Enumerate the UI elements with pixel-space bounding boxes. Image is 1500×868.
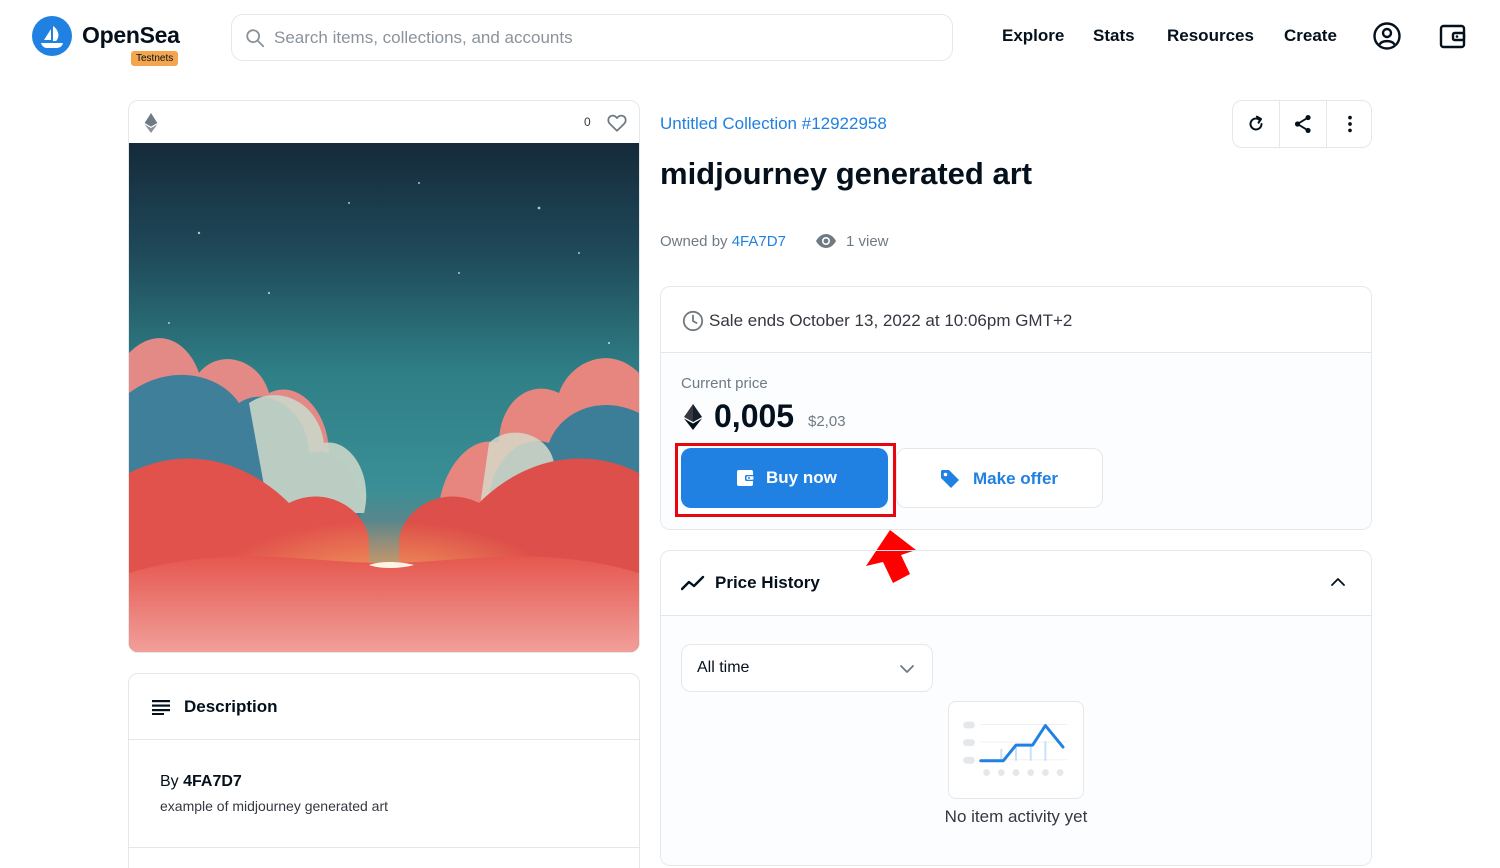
artwork-image[interactable] <box>129 143 639 653</box>
testnets-badge: Testnets <box>131 51 179 66</box>
sale-end-time: Sale ends October 13, 2022 at 10:06pm GM… <box>709 311 1073 330</box>
chevron-down-icon <box>900 665 914 673</box>
description-title: Description <box>184 697 278 716</box>
item-title: midjourney generated art <box>660 156 1033 191</box>
clock-icon <box>682 310 704 332</box>
nav-stats[interactable]: Stats <box>1093 26 1135 46</box>
divider <box>129 847 639 848</box>
price-history-title: Price History <box>715 573 820 592</box>
trending-icon <box>681 575 705 591</box>
view-count: 1 view <box>846 233 889 250</box>
current-price-label: Current price <box>681 375 768 392</box>
description-text: example of midjourney generated art <box>160 798 389 814</box>
owner-line: Owned by 4FA7D7 <box>660 233 786 250</box>
price-fiat: $2,03 <box>808 413 846 430</box>
more-options-button[interactable] <box>1327 101 1373 147</box>
search-icon <box>246 29 265 48</box>
ethereum-icon <box>144 113 158 133</box>
owner-link[interactable]: 4FA7D7 <box>732 233 786 250</box>
brand-name[interactable]: OpenSea <box>82 22 180 49</box>
opensea-logo[interactable] <box>32 16 72 56</box>
eye-icon <box>816 234 836 248</box>
creator-line: By 4FA7D7 <box>160 773 242 791</box>
price-value: 0,005 <box>714 398 795 434</box>
heart-icon[interactable] <box>606 112 628 134</box>
refresh-button[interactable] <box>1233 101 1279 147</box>
nav-create[interactable]: Create <box>1284 26 1337 46</box>
buy-now-button[interactable]: Buy now <box>681 448 888 508</box>
wallet-icon[interactable] <box>1437 20 1469 52</box>
search-input[interactable] <box>274 15 934 60</box>
item-actions <box>1232 100 1372 148</box>
list-icon <box>152 700 170 715</box>
wallet-icon <box>737 470 754 486</box>
owned-by-label: Owned by <box>660 233 728 250</box>
top-navbar: OpenSea Testnets Explore Stats Resources… <box>0 0 1500 72</box>
price-history-card: Price History All time No item activity … <box>660 550 1372 866</box>
favorites-count: 0 <box>584 115 591 129</box>
time-range-select[interactable]: All time <box>681 644 933 692</box>
chevron-up-icon[interactable] <box>1329 573 1347 591</box>
make-offer-button[interactable]: Make offer <box>896 448 1103 508</box>
refresh-icon <box>1249 115 1263 131</box>
time-range-value: All time <box>697 659 750 676</box>
nav-resources[interactable]: Resources <box>1167 26 1254 46</box>
item-media-card: 0 <box>128 100 640 653</box>
price-history-body: All time No item activity yet <box>661 616 1371 865</box>
buy-now-label: Buy now <box>766 468 837 487</box>
sale-card: Sale ends October 13, 2022 at 10:06pm GM… <box>660 286 1372 530</box>
nav-explore[interactable]: Explore <box>1002 26 1064 46</box>
empty-state-text: No item activity yet <box>944 807 1088 826</box>
ethereum-icon <box>684 404 702 430</box>
share-icon <box>1294 115 1311 133</box>
price-section: Current price 0,005 $2,03 Buy now Make o… <box>661 353 1371 529</box>
price-history-header[interactable]: Price History <box>661 551 1371 616</box>
share-button[interactable] <box>1280 101 1326 147</box>
collection-link[interactable]: Untitled Collection #12922958 <box>660 114 887 134</box>
make-offer-label: Make offer <box>973 469 1059 488</box>
sale-header: Sale ends October 13, 2022 at 10:06pm GM… <box>661 287 1371 353</box>
by-label: By <box>160 773 179 790</box>
media-header: 0 <box>129 101 639 143</box>
creator-link[interactable]: 4FA7D7 <box>183 773 242 790</box>
description-header[interactable]: Description <box>129 674 639 740</box>
more-vertical-icon <box>1348 115 1352 133</box>
profile-icon[interactable] <box>1371 20 1403 52</box>
tag-icon <box>941 470 959 488</box>
description-card: Description By 4FA7D7 example of midjour… <box>128 673 640 868</box>
search-bar[interactable] <box>231 14 953 61</box>
empty-chart-illustration <box>948 701 1084 799</box>
